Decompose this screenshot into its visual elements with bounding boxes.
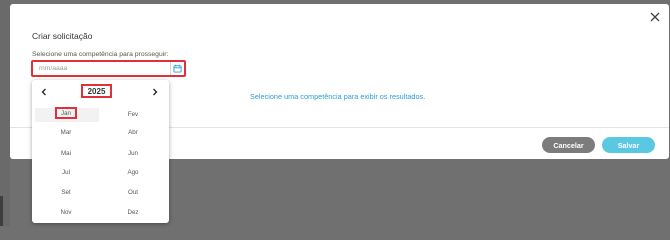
year-selector[interactable]: 2025	[81, 84, 112, 98]
month-ago[interactable]: Ago	[113, 166, 153, 178]
month-nov[interactable]: Nov	[46, 206, 86, 218]
month-picker-popup: 2025 Jan Fev Mar Abr Mai Jun Jul Ago Set…	[32, 80, 169, 223]
competency-field-label: Selecione uma competência para prossegui…	[32, 51, 169, 58]
calendar-icon	[173, 64, 182, 73]
month-jul[interactable]: Jul	[46, 166, 86, 178]
month-dez[interactable]: Dez	[113, 206, 153, 218]
cancel-button[interactable]: Cancelar	[542, 137, 595, 153]
month-fev[interactable]: Fev	[113, 108, 153, 120]
next-year-button[interactable]	[149, 86, 161, 98]
background-overlay-strip	[0, 0, 10, 226]
chevron-left-icon	[41, 88, 46, 96]
close-icon	[650, 12, 660, 22]
date-input-placeholder[interactable]: mm/aaaa	[35, 63, 169, 74]
modal-title: Criar solicitação	[32, 31, 93, 41]
month-jan[interactable]: Jan	[55, 107, 77, 119]
background-mark	[0, 196, 3, 226]
competency-date-field[interactable]: mm/aaaa	[31, 60, 186, 77]
month-set[interactable]: Set	[46, 186, 86, 198]
month-mar[interactable]: Mar	[46, 126, 86, 138]
chevron-right-icon	[153, 88, 158, 96]
month-mai[interactable]: Mai	[46, 147, 86, 159]
month-jun[interactable]: Jun	[113, 147, 153, 159]
save-button[interactable]: Salvar	[602, 137, 655, 153]
calendar-button[interactable]	[170, 62, 184, 75]
previous-year-button[interactable]	[38, 86, 50, 98]
month-abr[interactable]: Abr	[113, 126, 153, 138]
month-out[interactable]: Out	[113, 186, 153, 198]
empty-results-message: Selecione uma competência para exibir os…	[250, 92, 426, 101]
close-button[interactable]	[649, 11, 661, 23]
